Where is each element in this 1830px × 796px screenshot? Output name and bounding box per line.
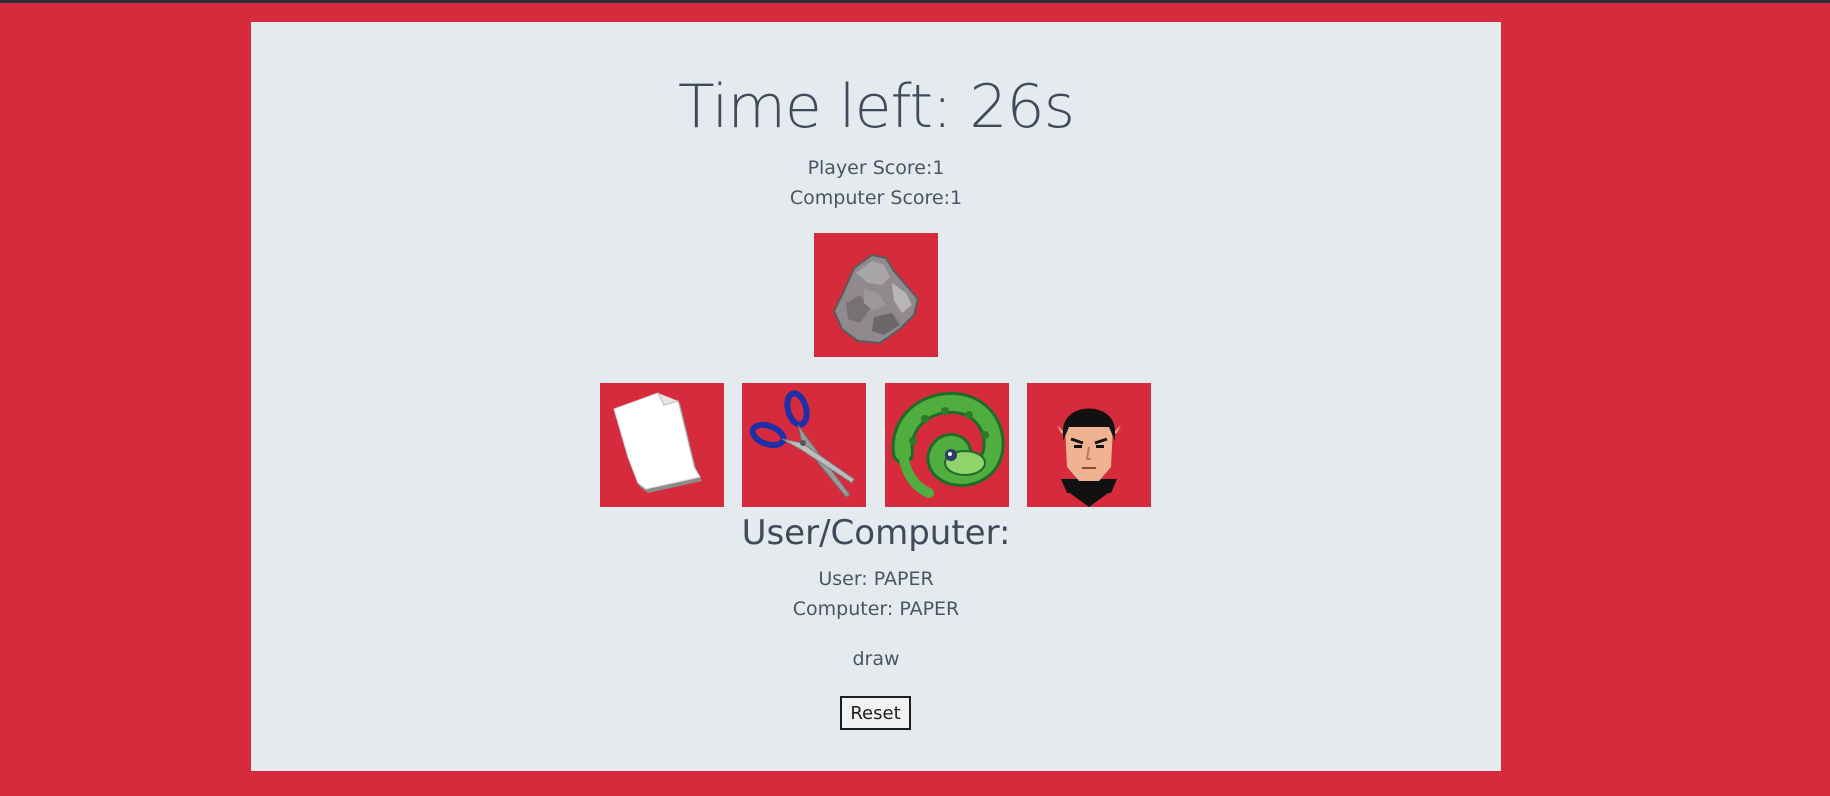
rock-icon	[832, 253, 920, 345]
timer: Time left: 26s	[678, 72, 1075, 142]
computer-score: Computer Score:1	[789, 187, 963, 209]
scissors-button[interactable]	[742, 383, 866, 507]
spock-button[interactable]	[1027, 383, 1151, 507]
spock-icon	[1057, 408, 1121, 507]
lizard-button[interactable]	[885, 383, 1009, 507]
player-score: Player Score:1	[807, 157, 945, 179]
lizard-icon	[891, 391, 1005, 498]
user-choice: User: PAPER	[818, 568, 934, 590]
top-border	[0, 0, 1830, 3]
choices-heading: User/Computer:	[741, 513, 1011, 553]
rock-button[interactable]	[814, 233, 938, 357]
paper-icon	[613, 392, 702, 493]
reset-button[interactable]: Reset	[840, 696, 911, 730]
computer-choice: Computer: PAPER	[792, 598, 960, 620]
paper-button[interactable]	[600, 383, 724, 507]
game-panel: Time left: 26s Player Score:1 Computer S…	[251, 22, 1501, 771]
scissors-icon	[749, 390, 855, 498]
round-result: draw	[852, 648, 900, 670]
